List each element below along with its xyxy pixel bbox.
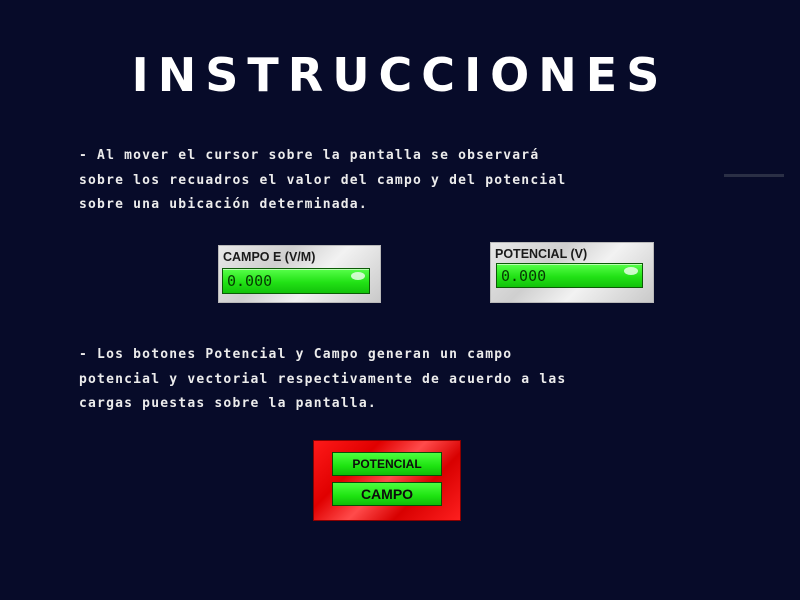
campo-button[interactable]: CAMPO [332,482,442,506]
divider [724,174,784,177]
potencial-readout-value: 0.000 [496,263,643,288]
paragraph-line: potencial y vectorial respectivamente de… [79,371,567,387]
page-title: INSTRUCCIONES [131,48,669,102]
paragraph-line: - Al mover el cursor sobre la pantalla s… [79,148,540,163]
instruction-paragraph-2: - Los botones Potencial y Campo generan … [79,343,739,417]
campo-readout-panel: CAMPO E (V/M) 0.000 [218,245,381,303]
button-panel: POTENCIAL CAMPO [313,440,461,521]
paragraph-line: sobre una ubicación determinada. [79,197,368,212]
potencial-readout-panel: POTENCIAL (V) 0.000 [490,242,654,303]
paragraph-line: cargas puestas sobre la pantalla. [79,396,377,411]
instruction-paragraph-1: - Al mover el cursor sobre la pantalla s… [79,144,739,218]
potencial-button[interactable]: POTENCIAL [332,452,442,476]
paragraph-line: - Los botones Potencial y Campo generan … [79,347,513,362]
campo-readout-value: 0.000 [222,268,370,294]
paragraph-line: sobre los recuadros el valor del campo y… [79,172,567,188]
potencial-readout-label: POTENCIAL (V) [495,247,588,261]
campo-readout-label: CAMPO E (V/M) [223,250,316,264]
